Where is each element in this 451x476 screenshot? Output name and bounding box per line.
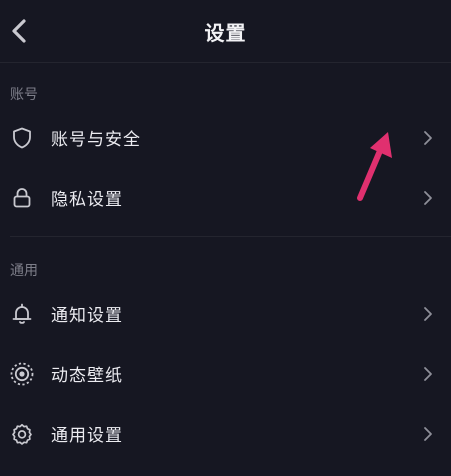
chevron-right-icon bbox=[421, 365, 435, 383]
section-label-general: 通用 bbox=[10, 263, 38, 279]
section-divider bbox=[10, 236, 451, 237]
chevron-right-icon bbox=[421, 189, 435, 207]
header-bar: 设置 bbox=[0, 0, 451, 63]
chevron-right-icon bbox=[421, 129, 435, 147]
section-label-account: 账号 bbox=[10, 87, 38, 103]
live-wallpaper-icon bbox=[8, 360, 36, 388]
row-notification-settings[interactable]: 通知设置 bbox=[0, 286, 451, 342]
row-label: 动态壁纸 bbox=[51, 366, 123, 386]
bell-icon bbox=[8, 300, 36, 328]
annotation-arrow-icon bbox=[357, 132, 392, 201]
row-label: 账号与安全 bbox=[51, 130, 141, 150]
lock-icon bbox=[8, 184, 36, 212]
row-label: 通知设置 bbox=[51, 306, 123, 326]
settings-screen: 设置 账号 账号与安全 隐私设置 通用 通知设置 动态壁纸 通用设置 bbox=[0, 0, 451, 476]
shield-icon bbox=[8, 124, 36, 152]
page-title: 设置 bbox=[204, 21, 247, 45]
row-live-wallpaper[interactable]: 动态壁纸 bbox=[0, 346, 451, 402]
row-label: 隐私设置 bbox=[51, 190, 123, 210]
chevron-right-icon bbox=[421, 305, 435, 323]
chevron-right-icon bbox=[421, 425, 435, 443]
row-general-settings[interactable]: 通用设置 bbox=[0, 406, 451, 462]
gear-icon bbox=[8, 420, 36, 448]
row-label: 通用设置 bbox=[51, 426, 123, 446]
